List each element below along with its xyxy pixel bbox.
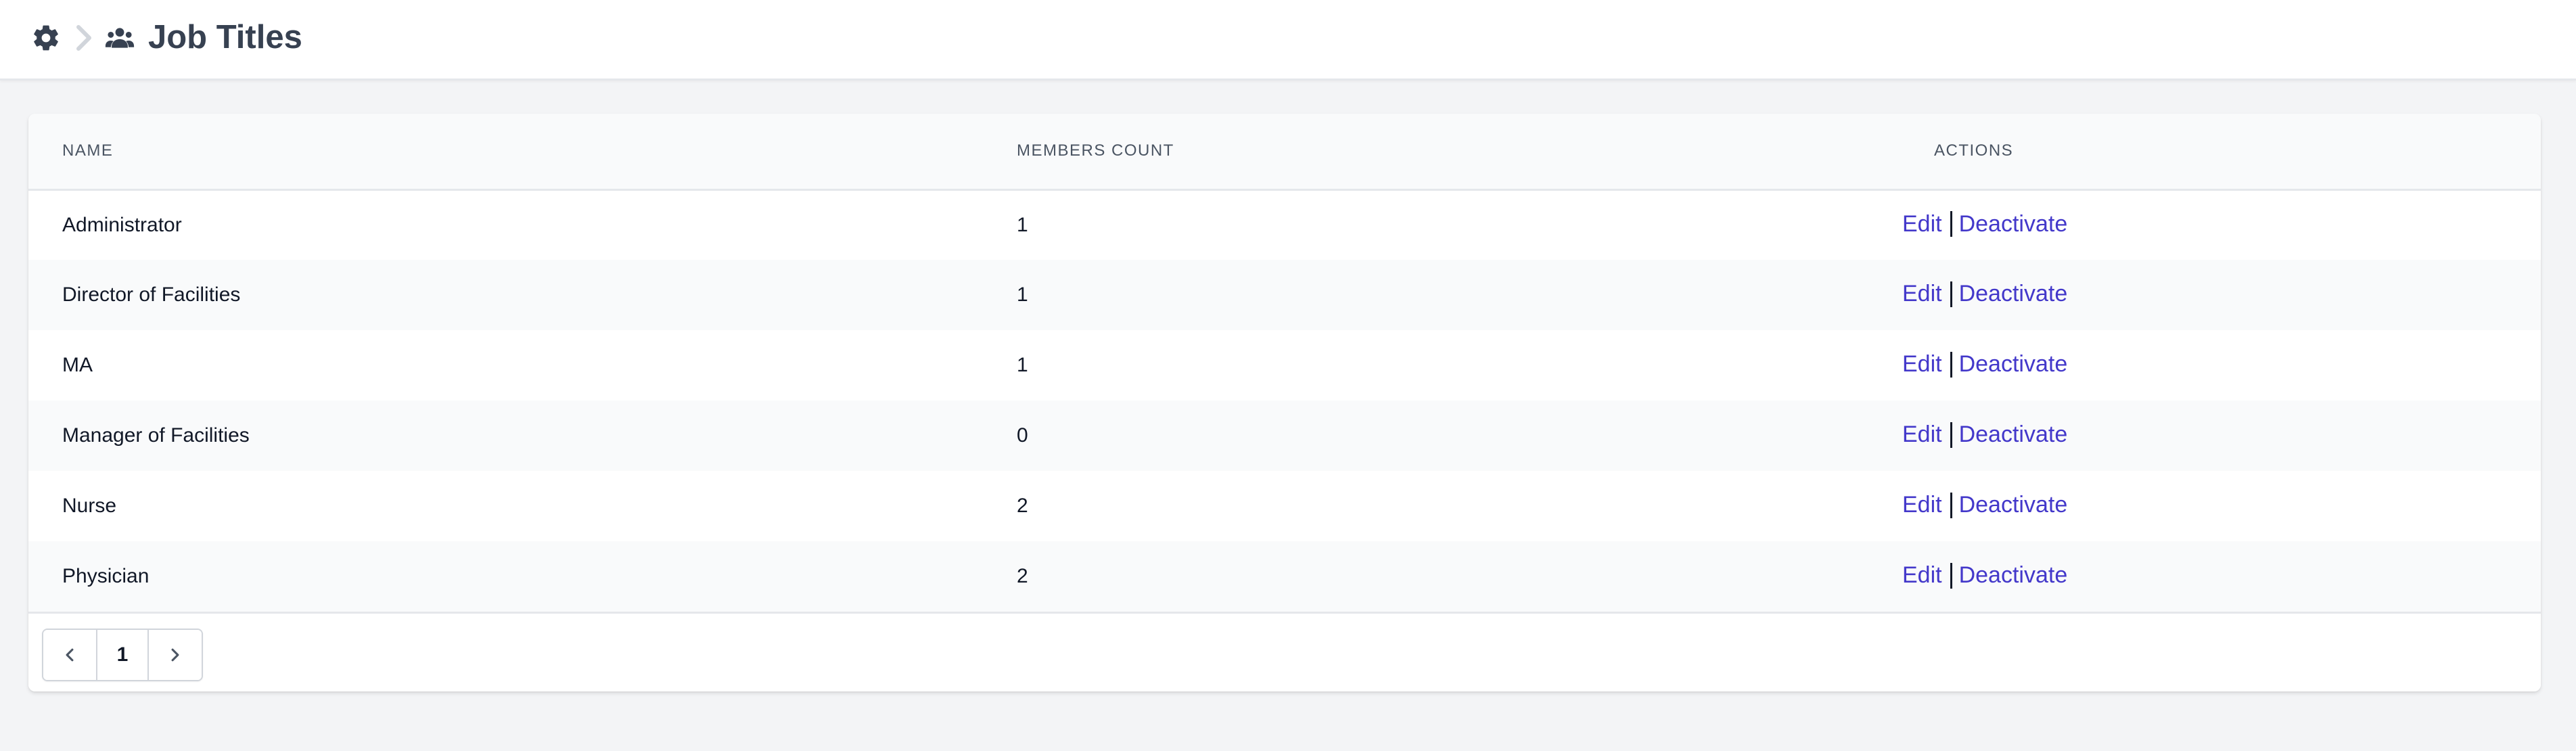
- job-title-name: Director of Facilities: [62, 283, 241, 306]
- chevron-right-icon: [171, 648, 179, 662]
- job-title-name: Nurse: [62, 495, 117, 517]
- deactivate-link[interactable]: Deactivate: [1959, 211, 2068, 237]
- page-title: Job Titles: [148, 19, 302, 55]
- table-row: Director of Facilities 1 Edit Deactivate: [28, 260, 2541, 330]
- job-titles-table-card: NAME MEMBERS COUNT ACTIONS Administrator…: [28, 114, 2541, 691]
- deactivate-link[interactable]: Deactivate: [1959, 422, 2068, 447]
- row-actions: Edit Deactivate: [1856, 330, 2541, 401]
- deactivate-link[interactable]: Deactivate: [1959, 281, 2068, 306]
- edit-link[interactable]: Edit: [1902, 351, 1942, 377]
- row-actions: Edit Deactivate: [1856, 260, 2541, 330]
- deactivate-link[interactable]: Deactivate: [1959, 492, 2068, 518]
- action-divider: [1950, 211, 1952, 237]
- previous-page-button[interactable]: [43, 630, 96, 680]
- table-row: MA 1 Edit Deactivate: [28, 330, 2541, 401]
- job-titles-table: NAME MEMBERS COUNT ACTIONS Administrator…: [28, 114, 2541, 612]
- page-header: Job Titles: [0, 0, 2576, 81]
- members-count: 1: [1017, 283, 1028, 306]
- table-header-row: NAME MEMBERS COUNT ACTIONS: [28, 114, 2541, 189]
- column-header-actions: ACTIONS: [1934, 141, 2014, 160]
- job-title-name: MA: [62, 354, 93, 376]
- column-header-members-count[interactable]: MEMBERS COUNT: [1017, 114, 1856, 189]
- row-actions: Edit Deactivate: [1856, 189, 2541, 260]
- action-divider: [1950, 492, 1952, 518]
- edit-link[interactable]: Edit: [1902, 492, 1942, 518]
- chevron-left-icon: [66, 648, 74, 662]
- page-number-button[interactable]: 1: [96, 630, 149, 680]
- members-count: 1: [1017, 354, 1028, 376]
- members-count: 2: [1017, 565, 1028, 587]
- job-title-name: Administrator: [62, 213, 182, 236]
- column-header-name[interactable]: NAME: [28, 114, 1017, 189]
- row-actions: Edit Deactivate: [1856, 471, 2541, 541]
- row-actions: Edit Deactivate: [1856, 401, 2541, 471]
- job-title-name: Physician: [62, 565, 150, 587]
- action-divider: [1950, 422, 1952, 448]
- table-footer: 1: [28, 612, 2541, 691]
- action-divider: [1950, 281, 1952, 307]
- users-icon: [105, 28, 135, 48]
- table-row: Manager of Facilities 0 Edit Deactivate: [28, 401, 2541, 471]
- members-count: 0: [1017, 424, 1028, 447]
- job-title-name: Manager of Facilities: [62, 424, 250, 447]
- table-row: Administrator 1 Edit Deactivate: [28, 189, 2541, 260]
- gear-icon[interactable]: [31, 23, 61, 53]
- edit-link[interactable]: Edit: [1902, 211, 1942, 237]
- edit-link[interactable]: Edit: [1902, 422, 1942, 447]
- chevron-right-icon: [76, 25, 91, 51]
- deactivate-link[interactable]: Deactivate: [1959, 351, 2068, 377]
- table-row: Nurse 2 Edit Deactivate: [28, 471, 2541, 541]
- members-count: 1: [1017, 213, 1028, 236]
- row-actions: Edit Deactivate: [1856, 541, 2541, 612]
- edit-link[interactable]: Edit: [1902, 281, 1942, 306]
- edit-link[interactable]: Edit: [1902, 562, 1942, 588]
- members-count: 2: [1017, 495, 1028, 517]
- deactivate-link[interactable]: Deactivate: [1959, 562, 2068, 588]
- action-divider: [1950, 562, 1952, 589]
- pagination: 1: [42, 629, 203, 681]
- table-row: Physician 2 Edit Deactivate: [28, 541, 2541, 612]
- action-divider: [1950, 351, 1952, 378]
- next-page-button[interactable]: [149, 630, 202, 680]
